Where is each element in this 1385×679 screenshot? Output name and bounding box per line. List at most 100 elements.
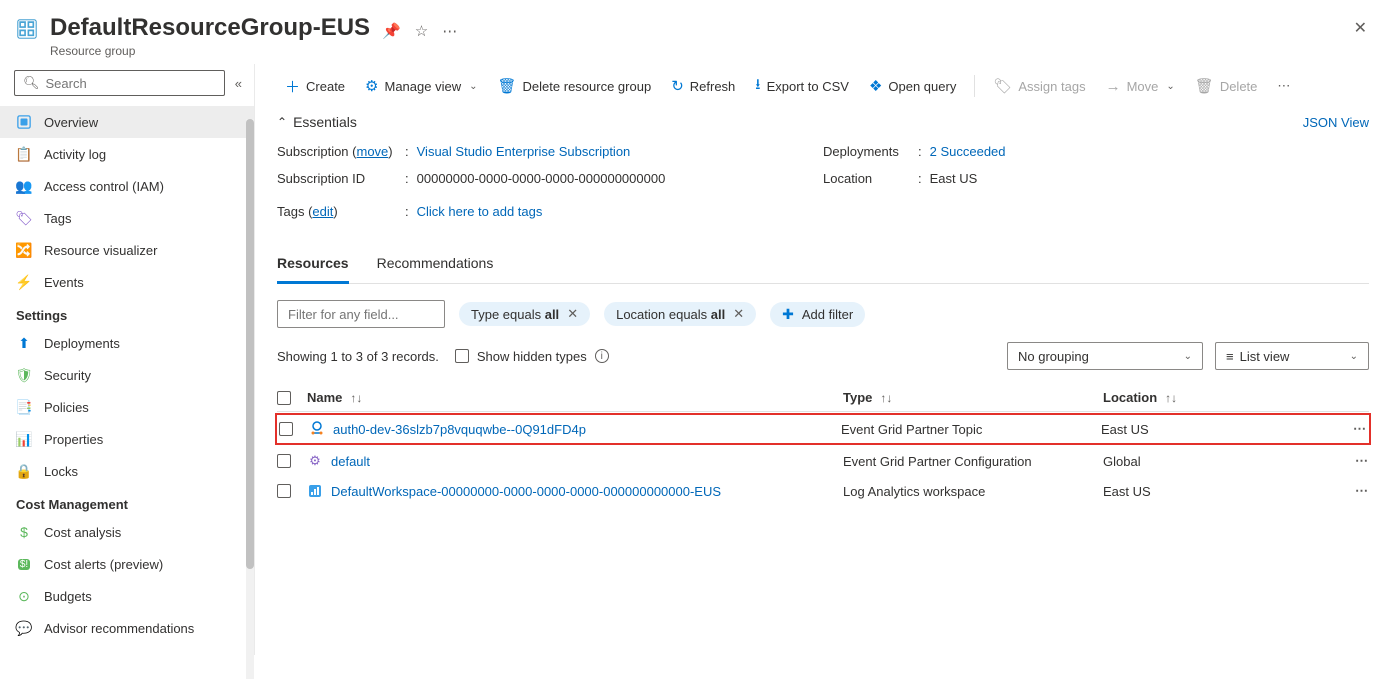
separator	[974, 75, 975, 97]
essentials-toggle[interactable]: ⌃Essentials	[277, 114, 357, 130]
resource-link[interactable]: default	[331, 454, 370, 469]
export-csv-button[interactable]: ⭳Export to CSV	[747, 70, 857, 103]
sidebar-item-label: Locks	[44, 464, 78, 479]
sidebar-item-label: Cost analysis	[44, 525, 121, 540]
collapse-sidebar-icon[interactable]: «	[235, 76, 242, 91]
record-count: Showing 1 to 3 of 3 records.	[277, 349, 439, 364]
grouping-dropdown[interactable]: No grouping⌄	[1007, 342, 1203, 370]
row-checkbox[interactable]	[277, 454, 291, 468]
sidebar-item-properties[interactable]: 📊Properties	[0, 423, 254, 455]
advisor-icon: 💬	[16, 620, 32, 636]
sidebar-item-deployments[interactable]: ⬆Deployments	[0, 327, 254, 359]
more-icon: ⋯	[1277, 78, 1290, 94]
location-filter-pill[interactable]: Location equals all✕	[604, 302, 756, 326]
resource-link[interactable]: auth0-dev-36slzb7p8vquqwbe--0Q91dFD4p	[333, 422, 586, 437]
location-value: East US	[926, 171, 977, 186]
add-filter-icon: ✚	[782, 306, 794, 323]
table-row[interactable]: DefaultWorkspace-00000000-0000-0000-0000…	[277, 476, 1369, 506]
favorite-icon[interactable]: ☆	[415, 22, 428, 40]
refresh-button[interactable]: ↻Refresh	[663, 73, 743, 99]
sidebar-item-resource-visualizer[interactable]: 🔀Resource visualizer	[0, 234, 254, 266]
sidebar-item-advisor[interactable]: 💬 Advisor recommendations	[0, 612, 254, 644]
cmd-label: Open query	[888, 79, 956, 94]
column-header-type[interactable]: Type↑↓	[843, 390, 1103, 405]
deployments-link[interactable]: 2 Succeeded	[930, 144, 1006, 159]
row-checkbox[interactable]	[279, 422, 293, 436]
kv-key-subscription: Subscription (move)	[277, 144, 405, 159]
pin-icon[interactable]: 📌	[382, 22, 401, 40]
events-icon: ⚡	[16, 274, 32, 290]
add-tags-link[interactable]: Click here to add tags	[417, 204, 543, 219]
sidebar-search-input[interactable]	[46, 76, 216, 91]
add-filter-pill[interactable]: ✚Add filter	[770, 302, 865, 327]
sort-icon: ↑↓	[880, 391, 892, 405]
kv-key-subscription-id: Subscription ID	[277, 171, 405, 186]
move-icon: →	[1106, 78, 1121, 95]
row-actions-button[interactable]: ⋯	[1353, 421, 1367, 436]
sidebar-item-policies[interactable]: 📑Policies	[0, 391, 254, 423]
more-commands-button[interactable]: ⋯	[1269, 74, 1298, 98]
sidebar-item-activity-log[interactable]: 📋 Activity log	[0, 138, 254, 170]
select-all-checkbox[interactable]	[277, 391, 291, 405]
move-subscription-link[interactable]: move	[357, 144, 389, 159]
tab-recommendations[interactable]: Recommendations	[377, 247, 494, 283]
clear-type-filter-icon[interactable]: ✕	[567, 306, 578, 322]
sidebar-scrollbar[interactable]	[246, 119, 254, 679]
open-query-button[interactable]: ❖ Open query	[861, 73, 964, 99]
sidebar-item-cost-analysis[interactable]: $Cost analysis	[0, 516, 254, 548]
sidebar-item-tags[interactable]: 🏷Tags	[0, 202, 254, 234]
cmd-label: Create	[306, 79, 345, 94]
sidebar-item-budgets[interactable]: ⊙Budgets	[0, 580, 254, 612]
plus-icon: ＋	[285, 76, 300, 97]
sidebar-section-cost: Cost Management	[0, 487, 254, 516]
json-view-link[interactable]: JSON View	[1303, 115, 1369, 130]
clear-location-filter-icon[interactable]: ✕	[733, 306, 744, 322]
more-icon[interactable]: ⋯	[442, 22, 457, 40]
column-header-name[interactable]: Name↑↓	[307, 390, 843, 405]
type-filter-pill[interactable]: Type equals all✕	[459, 302, 590, 326]
info-icon[interactable]: i	[595, 349, 609, 363]
chevron-down-icon: ⌄	[469, 81, 477, 92]
budgets-icon: ⊙	[16, 588, 32, 604]
cmd-label: Delete	[1220, 79, 1258, 94]
column-header-location[interactable]: Location↑↓	[1103, 390, 1333, 405]
sidebar-item-locks[interactable]: 🔒Locks	[0, 455, 254, 487]
table-row[interactable]: ⚙default Event Grid Partner Configuratio…	[277, 446, 1369, 476]
close-button[interactable]: ✕	[1354, 18, 1367, 38]
subscription-link[interactable]: Visual Studio Enterprise Subscription	[417, 144, 631, 159]
tag-icon: 🏷	[993, 77, 1012, 95]
manage-view-button[interactable]: ⚙Manage view⌄	[357, 73, 485, 99]
sidebar-item-access-control[interactable]: 👥Access control (IAM)	[0, 170, 254, 202]
row-actions-button[interactable]: ⋯	[1355, 483, 1369, 498]
resource-link[interactable]: DefaultWorkspace-00000000-0000-0000-0000…	[331, 484, 721, 499]
sidebar-item-label: Activity log	[44, 147, 106, 162]
create-button[interactable]: ＋ Create	[277, 72, 353, 101]
filter-input[interactable]	[277, 300, 445, 328]
sidebar-search[interactable]: 🔍︎	[14, 70, 225, 96]
event-grid-config-icon: ⚙	[307, 453, 323, 469]
chevron-down-icon: ⌄	[1184, 351, 1192, 362]
log-analytics-icon	[307, 483, 323, 499]
delete-rg-button[interactable]: 🗑Delete resource group	[490, 73, 660, 99]
table-row[interactable]: auth0-dev-36slzb7p8vquqwbe--0Q91dFD4p Ev…	[275, 413, 1371, 445]
people-icon: 👥	[16, 178, 32, 194]
view-dropdown[interactable]: ≡List view⌄	[1215, 342, 1369, 370]
edit-tags-link[interactable]: edit	[312, 204, 333, 219]
sidebar-item-label: Advisor recommendations	[44, 621, 194, 636]
sort-icon: ↑↓	[350, 391, 362, 405]
activity-log-icon: 📋	[16, 146, 32, 162]
page-subtitle: Resource group	[50, 44, 370, 58]
row-actions-button[interactable]: ⋯	[1355, 453, 1369, 468]
kv-key-location: Location	[823, 171, 918, 186]
sidebar-item-overview[interactable]: Overview	[0, 106, 254, 138]
sidebar-item-security[interactable]: 🛡Security	[0, 359, 254, 391]
show-hidden-checkbox[interactable]: Show hidden typesi	[455, 349, 609, 364]
sidebar-item-label: Deployments	[44, 336, 120, 351]
row-checkbox[interactable]	[277, 484, 291, 498]
chevron-up-icon: ⌃	[277, 115, 287, 129]
tab-resources[interactable]: Resources	[277, 247, 349, 284]
sidebar-item-cost-alerts[interactable]: $!Cost alerts (preview)	[0, 548, 254, 580]
sidebar-item-events[interactable]: ⚡Events	[0, 266, 254, 298]
sort-icon: ↑↓	[1165, 391, 1177, 405]
query-icon: ❖	[869, 77, 882, 95]
